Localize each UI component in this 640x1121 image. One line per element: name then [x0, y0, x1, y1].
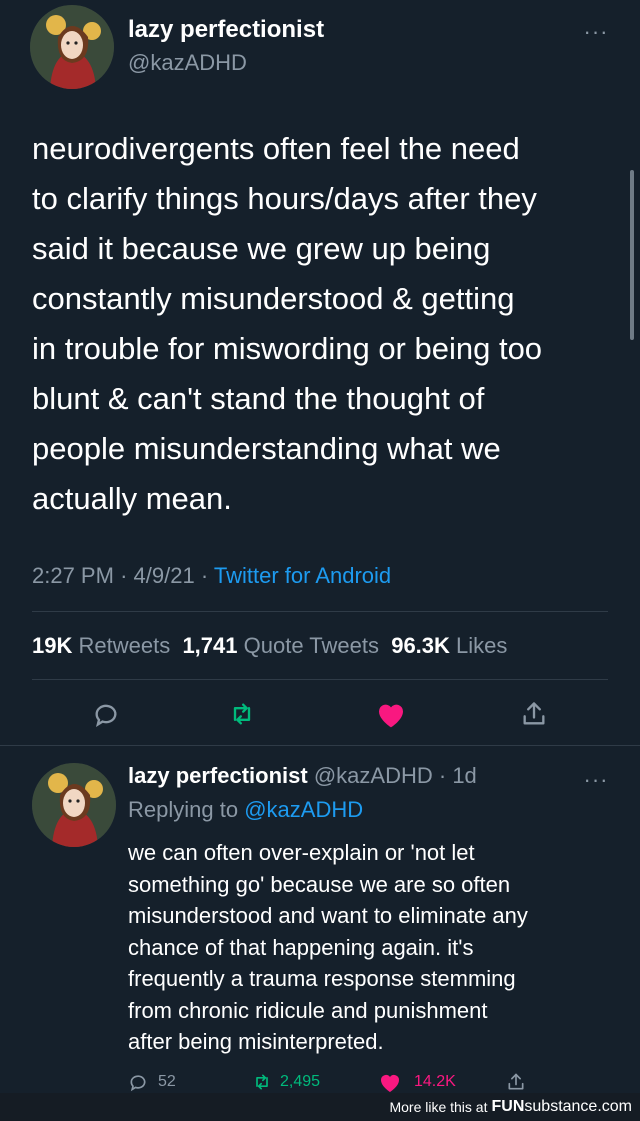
replying-to-handle[interactable]: @kazADHD	[244, 797, 363, 822]
meta-separator: ·	[120, 563, 128, 588]
share-icon[interactable]	[516, 696, 552, 732]
watermark-prefix: More like this at	[389, 1099, 488, 1115]
tweet-date: 4/9/21	[133, 563, 195, 588]
main-more-icon[interactable]: ···	[580, 21, 612, 43]
reply-tweet-text: we can often over-explain or 'not let so…	[128, 840, 528, 1054]
heart-icon	[381, 1075, 399, 1092]
tweet-stats: 19K Retweets 1,741 Quote Tweets 96.3K Li…	[32, 633, 507, 659]
watermark-brand[interactable]: FUNsubstance.com	[492, 1098, 633, 1116]
reply-more-icon[interactable]: ···	[580, 769, 612, 791]
main-avatar[interactable]	[30, 5, 114, 89]
divider	[0, 745, 640, 746]
retweet-count: 2,495	[280, 1073, 321, 1090]
watermark-bar: More like this at FUNsubstance.com	[0, 1093, 640, 1121]
retweets-stat[interactable]: 19K Retweets	[32, 633, 170, 658]
reply-reply-button[interactable]: 52	[128, 1070, 176, 1094]
watermark-brand-rest: substance	[524, 1098, 598, 1115]
scrollbar[interactable]	[630, 170, 634, 340]
main-handle[interactable]: @kazADHD	[128, 50, 247, 76]
reply-share-button[interactable]	[506, 1070, 526, 1094]
reply-count: 52	[158, 1073, 176, 1090]
share-icon	[508, 1073, 524, 1090]
like-count: 14.2K	[414, 1073, 456, 1090]
likes-count: 96.3K	[391, 633, 450, 658]
divider	[32, 611, 608, 612]
main-tweet-text: neurodivergents often feel the need to c…	[32, 131, 543, 516]
quotes-count: 1,741	[182, 633, 238, 658]
reply-header: lazy perfectionist @kazADHD · 1d	[128, 763, 477, 789]
reply-like-button[interactable]: 14.2K	[378, 1070, 456, 1094]
reply-icon[interactable]	[88, 696, 124, 732]
meta-separator: ·	[200, 563, 209, 588]
tweet-source-link[interactable]: Twitter for Android	[214, 563, 391, 588]
reply-age: · 1d	[438, 763, 477, 788]
replying-to: Replying to @kazADHD	[128, 797, 363, 823]
avatar-illustration	[32, 763, 116, 847]
reply-handle[interactable]: @kazADHD	[314, 763, 433, 788]
heart-icon[interactable]	[371, 696, 411, 732]
watermark-suffix: .com	[597, 1098, 632, 1115]
retweet-icon[interactable]	[224, 696, 260, 732]
likes-label: Likes	[456, 633, 508, 658]
reply-display-name[interactable]: lazy perfectionist	[128, 763, 308, 788]
tweet-meta: 2:27 PM · 4/9/21 · Twitter for Android	[32, 563, 391, 589]
reply-retweet-button[interactable]: 2,495	[250, 1070, 320, 1094]
reply-avatar[interactable]	[32, 763, 116, 847]
watermark-brand-bold: FUN	[491, 1098, 525, 1115]
reply-icon	[130, 1075, 146, 1092]
reply-action-bar: 52 2,495 14.2K	[128, 1070, 548, 1094]
replying-to-label: Replying to	[128, 797, 239, 822]
quotes-label: Quote Tweets	[243, 633, 379, 658]
avatar-illustration	[30, 5, 114, 89]
retweets-label: Retweets	[78, 633, 171, 658]
divider	[32, 679, 608, 680]
main-display-name[interactable]: lazy perfectionist	[128, 16, 324, 44]
tweet-time: 2:27 PM	[32, 563, 114, 588]
quotes-stat[interactable]: 1,741 Quote Tweets	[182, 633, 379, 658]
retweet-icon	[256, 1074, 268, 1090]
retweets-count: 19K	[32, 633, 73, 658]
likes-stat[interactable]: 96.3K Likes	[391, 633, 507, 658]
